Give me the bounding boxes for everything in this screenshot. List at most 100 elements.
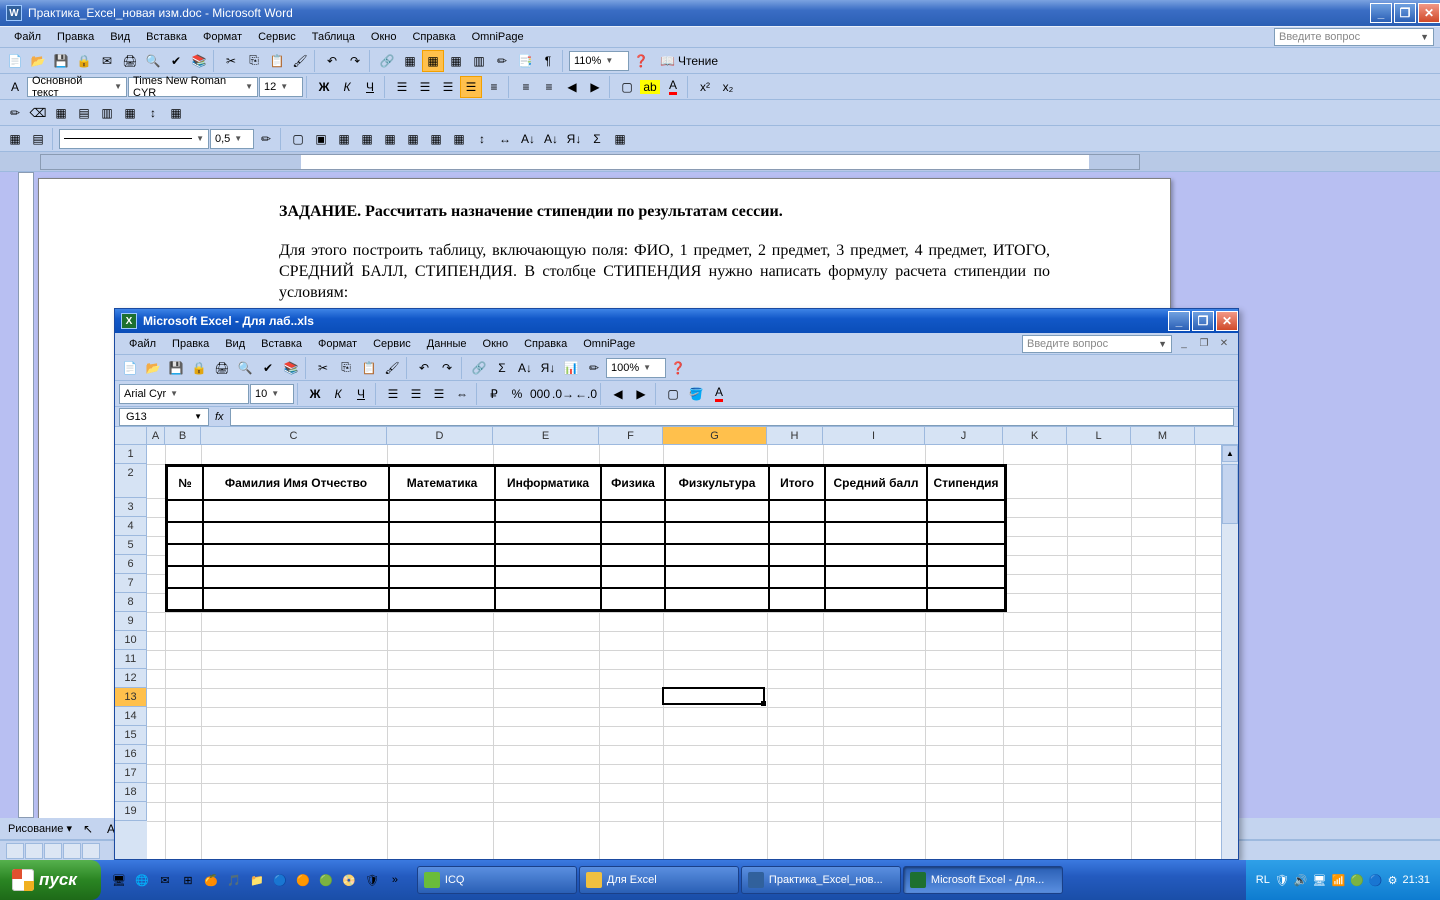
read-mode-button[interactable]: 📖Чтение	[653, 50, 725, 72]
undo-button[interactable]: ↶	[321, 50, 343, 72]
xl-autosum-button[interactable]: Σ	[491, 357, 513, 379]
xl-font-size-combo[interactable]: 10▼	[250, 384, 294, 404]
row-header-15[interactable]: 15	[115, 726, 147, 745]
col-header-J[interactable]: J	[925, 427, 1003, 444]
excel-menu-insert[interactable]: Вставка	[253, 335, 310, 353]
tray-icon-5[interactable]: 🟢	[1350, 874, 1364, 887]
table-cell[interactable]	[769, 566, 825, 588]
line-spacing-button[interactable]: ≡	[483, 76, 505, 98]
table-cell[interactable]	[769, 544, 825, 566]
table-cell[interactable]	[769, 588, 825, 610]
word-help-search[interactable]: Введите вопрос▼	[1274, 28, 1434, 46]
excel-menu-format[interactable]: Формат	[310, 335, 365, 353]
table-header-cell[interactable]: №	[167, 466, 203, 500]
xl-fill-color-button[interactable]: 🪣	[685, 383, 707, 405]
word-menu-help[interactable]: Справка	[404, 28, 463, 46]
table-cell[interactable]	[601, 500, 665, 522]
col-header-I[interactable]: I	[823, 427, 925, 444]
taskbar-button[interactable]: ICQ	[417, 866, 577, 894]
row-header-4[interactable]: 4	[115, 517, 147, 536]
show-marks-button[interactable]: ¶	[537, 50, 559, 72]
excel-help-search[interactable]: Введите вопрос▼	[1022, 335, 1172, 353]
table-cell[interactable]	[769, 522, 825, 544]
xl-research-button[interactable]: 📚	[280, 357, 302, 379]
table-cell[interactable]	[601, 544, 665, 566]
tb-icon-5[interactable]: ↕	[142, 102, 164, 124]
scroll-thumb[interactable]	[1222, 464, 1238, 524]
xl-print-button[interactable]: 🖨	[211, 357, 233, 379]
word-menu-window[interactable]: Окно	[363, 28, 405, 46]
row-header-17[interactable]: 17	[115, 764, 147, 783]
ql-icon-6[interactable]: 🎵	[224, 870, 244, 890]
xl-spelling-button[interactable]: ✔	[257, 357, 279, 379]
table-cell[interactable]	[495, 566, 601, 588]
excel-mdi-restore[interactable]: ❐	[1196, 337, 1212, 351]
tb2-icon-9[interactable]: ▦	[425, 128, 447, 150]
font-size-combo[interactable]: 12▼	[259, 77, 303, 97]
cut-button[interactable]: ✂	[220, 50, 242, 72]
ql-icon-1[interactable]: 🖥	[109, 870, 129, 890]
subscript-button[interactable]: x₂	[717, 76, 739, 98]
table-cell[interactable]	[927, 544, 1005, 566]
xl-dec-indent-button[interactable]: ◀	[607, 383, 629, 405]
table-cell[interactable]	[167, 544, 203, 566]
col-header-M[interactable]: M	[1131, 427, 1195, 444]
table-cell[interactable]	[495, 544, 601, 566]
row-header-19[interactable]: 19	[115, 802, 147, 821]
ql-icon-5[interactable]: 🍊	[201, 870, 221, 890]
col-header-H[interactable]: H	[767, 427, 823, 444]
word-menu-tools[interactable]: Сервис	[250, 28, 304, 46]
columns-button[interactable]: ▥	[468, 50, 490, 72]
tb2-icon-7[interactable]: ▦	[379, 128, 401, 150]
tray-icon-6[interactable]: 🔵	[1369, 874, 1383, 887]
formula-input[interactable]	[230, 408, 1234, 426]
table-cell[interactable]	[927, 566, 1005, 588]
hyperlink-button[interactable]: 🔗	[376, 50, 398, 72]
excel-mdi-minimize[interactable]: _	[1176, 337, 1192, 351]
help-button[interactable]: ❓	[630, 50, 652, 72]
word-vertical-ruler[interactable]	[18, 172, 34, 818]
xl-help-button[interactable]: ❓	[667, 357, 689, 379]
redo-button[interactable]: ↷	[344, 50, 366, 72]
table-cell[interactable]	[665, 544, 769, 566]
table-cell[interactable]	[167, 500, 203, 522]
table-cell[interactable]	[927, 500, 1005, 522]
tb2-icon-3[interactable]: ▢	[287, 128, 309, 150]
table-header-cell[interactable]: Средний балл	[825, 466, 927, 500]
row-header-2[interactable]: 2	[115, 464, 147, 498]
table-header-cell[interactable]: Фамилия Имя Отчество	[203, 466, 389, 500]
numbering-button[interactable]: ≡	[515, 76, 537, 98]
row-header-14[interactable]: 14	[115, 707, 147, 726]
table-header-cell[interactable]: Информатика	[495, 466, 601, 500]
table-cell[interactable]	[167, 588, 203, 610]
table-header-cell[interactable]: Стипендия	[927, 466, 1005, 500]
italic-button[interactable]: К	[336, 76, 358, 98]
table-header-cell[interactable]: Математика	[389, 466, 495, 500]
xl-inc-indent-button[interactable]: ▶	[630, 383, 652, 405]
word-menu-insert[interactable]: Вставка	[138, 28, 195, 46]
excel-menu-edit[interactable]: Правка	[164, 335, 217, 353]
table-cell[interactable]	[825, 522, 927, 544]
col-header-B[interactable]: B	[165, 427, 201, 444]
tray-lang[interactable]: RL	[1256, 874, 1270, 886]
col-header-A[interactable]: A	[147, 427, 165, 444]
tb2-icon-2[interactable]: ▤	[27, 128, 49, 150]
word-menu-format[interactable]: Формат	[195, 28, 250, 46]
xl-preview-button[interactable]: 🔍	[234, 357, 256, 379]
xl-italic-button[interactable]: К	[327, 383, 349, 405]
col-header-K[interactable]: K	[1003, 427, 1067, 444]
excel-menu-help[interactable]: Справка	[516, 335, 575, 353]
font-combo[interactable]: Times New Roman CYR▼	[128, 77, 258, 97]
view-read-button[interactable]	[82, 843, 100, 859]
new-doc-button[interactable]: 📄	[4, 50, 26, 72]
tb-icon-6[interactable]: ▦	[165, 102, 187, 124]
view-outline-button[interactable]	[63, 843, 81, 859]
tray-icon-7[interactable]: ⚙	[1388, 874, 1398, 887]
format-painter-button[interactable]: 🖌	[289, 50, 311, 72]
row-header-7[interactable]: 7	[115, 574, 147, 593]
print-preview-button[interactable]: 🔍	[142, 50, 164, 72]
view-web-button[interactable]	[25, 843, 43, 859]
font-color-button[interactable]: A	[662, 76, 684, 98]
style-combo[interactable]: Основной текст▼	[27, 77, 127, 97]
tb2-sort-asc-icon[interactable]: А↓	[540, 128, 562, 150]
